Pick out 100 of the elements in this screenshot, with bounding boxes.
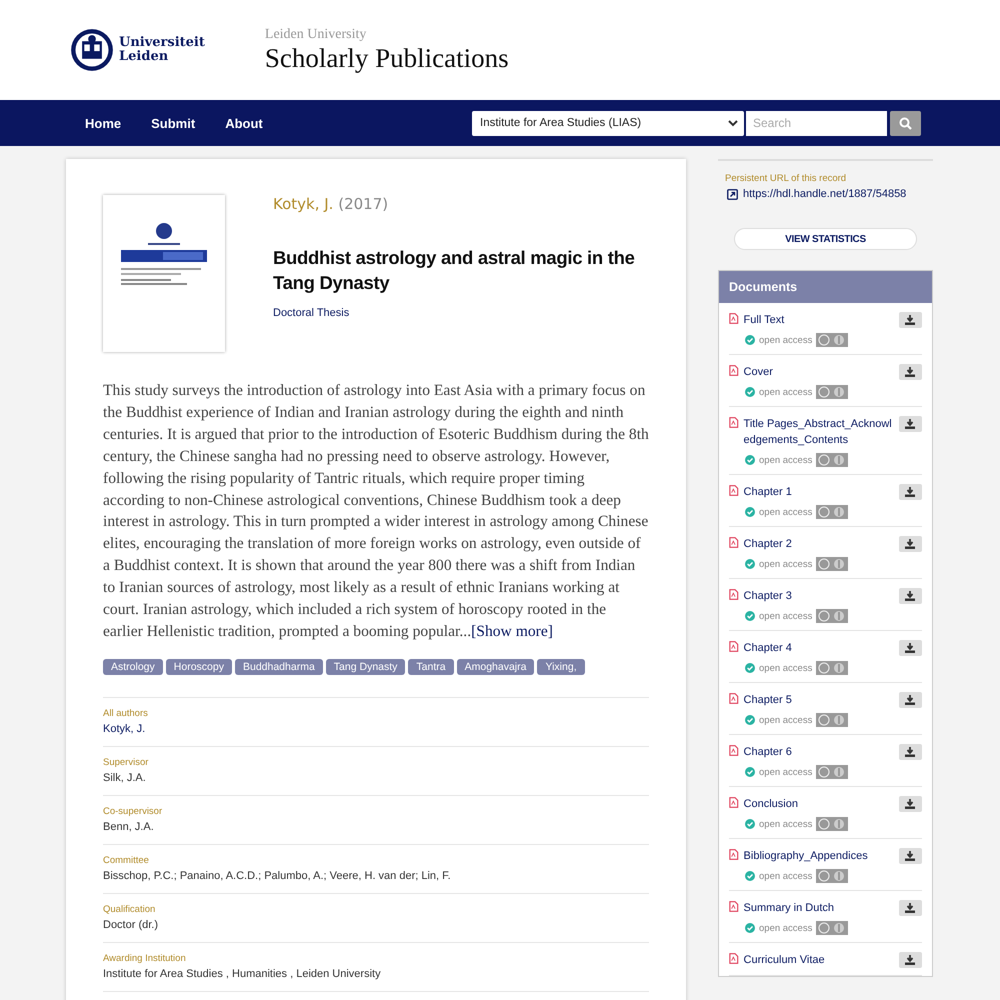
license-icon bbox=[816, 505, 848, 519]
download-button[interactable] bbox=[898, 848, 922, 864]
access-status: open access bbox=[759, 454, 812, 466]
download-icon bbox=[905, 903, 916, 913]
download-button[interactable] bbox=[898, 900, 922, 916]
license-icon bbox=[816, 661, 848, 675]
check-circle-icon bbox=[745, 335, 755, 345]
check-circle-icon bbox=[745, 507, 755, 517]
search-icon bbox=[899, 116, 912, 130]
access-status: open access bbox=[759, 818, 812, 830]
field-value[interactable]: Kotyk, J. bbox=[103, 722, 649, 735]
document-link[interactable]: Chapter 4 bbox=[744, 640, 894, 656]
pdf-file-icon bbox=[729, 952, 739, 965]
pdf-file-icon bbox=[729, 796, 739, 809]
license-icon bbox=[816, 817, 848, 831]
show-more-link[interactable]: [Show more] bbox=[471, 622, 553, 640]
license-icon bbox=[816, 713, 848, 727]
keyword-tag[interactable]: Amoghavajra bbox=[456, 658, 534, 675]
check-circle-icon bbox=[745, 611, 755, 621]
field-value: Doctor (dr.) bbox=[103, 918, 160, 931]
document-link[interactable]: Summary in Dutch bbox=[744, 900, 894, 916]
download-button[interactable] bbox=[898, 640, 922, 656]
check-circle-icon bbox=[745, 819, 755, 829]
download-button[interactable] bbox=[898, 952, 922, 968]
pdf-file-icon bbox=[729, 364, 739, 377]
download-icon bbox=[905, 487, 916, 497]
external-link-icon bbox=[727, 188, 738, 200]
access-status: open access bbox=[759, 766, 812, 778]
field-label: Co-supervisor bbox=[103, 806, 164, 817]
pdf-file-icon bbox=[729, 900, 739, 913]
panel-title: Documents bbox=[719, 271, 932, 303]
download-icon bbox=[905, 419, 916, 429]
download-button[interactable] bbox=[898, 416, 922, 432]
scope-dropdown[interactable]: Institute for Area Studies (LIAS) bbox=[472, 110, 744, 136]
download-button[interactable] bbox=[898, 312, 922, 328]
download-icon bbox=[905, 591, 916, 601]
access-status: open access bbox=[759, 922, 812, 934]
field-label: All authors bbox=[103, 708, 149, 719]
nav-link[interactable]: Submit bbox=[136, 116, 210, 130]
download-button[interactable] bbox=[898, 692, 922, 708]
check-circle-icon bbox=[745, 715, 755, 725]
keyword-tag[interactable]: Tang Dynasty bbox=[326, 658, 406, 675]
document-link[interactable]: Bibliography_Appendices bbox=[744, 848, 894, 864]
document-link[interactable]: Title Pages_Abstract_Acknowledgements_Contents bbox=[744, 416, 894, 448]
pdf-file-icon bbox=[729, 588, 739, 601]
access-status: open access bbox=[759, 870, 812, 882]
document-link[interactable]: Curriculum Vitae bbox=[744, 952, 894, 968]
check-circle-icon bbox=[745, 559, 755, 569]
pdf-file-icon bbox=[729, 744, 739, 757]
download-button[interactable] bbox=[898, 744, 922, 760]
search-button[interactable] bbox=[890, 110, 921, 136]
license-icon bbox=[816, 557, 848, 571]
chevron-down-icon bbox=[728, 120, 738, 126]
download-icon bbox=[905, 367, 916, 377]
seal-icon bbox=[70, 28, 114, 72]
document-link[interactable]: Chapter 2 bbox=[744, 536, 894, 552]
access-status: open access bbox=[759, 714, 812, 726]
document-link[interactable]: Cover bbox=[744, 364, 894, 380]
document-link[interactable]: Chapter 6 bbox=[744, 744, 894, 760]
check-circle-icon bbox=[745, 923, 755, 933]
download-icon bbox=[905, 955, 916, 965]
download-button[interactable] bbox=[898, 484, 922, 500]
download-icon bbox=[905, 851, 916, 861]
download-button[interactable] bbox=[898, 588, 922, 604]
keyword-tag[interactable]: Buddhadharma bbox=[234, 658, 323, 675]
document-link[interactable]: Chapter 5 bbox=[744, 692, 894, 708]
check-circle-icon bbox=[745, 663, 755, 673]
check-circle-icon bbox=[745, 871, 755, 881]
field-label: Committee bbox=[103, 854, 150, 866]
field-value: Benn, J.A. bbox=[103, 820, 155, 833]
document-link[interactable]: Full Text bbox=[744, 312, 894, 328]
pdf-file-icon bbox=[729, 536, 739, 549]
search-field[interactable]: Search bbox=[746, 110, 887, 136]
download-button[interactable] bbox=[898, 536, 922, 552]
document-link[interactable]: Conclusion bbox=[744, 796, 894, 812]
keyword-tag[interactable]: Astrology bbox=[103, 658, 163, 675]
license-icon bbox=[816, 453, 848, 467]
keyword-tag[interactable]: Tantra bbox=[408, 658, 454, 675]
access-status: open access bbox=[759, 662, 812, 674]
download-button[interactable] bbox=[898, 364, 922, 380]
nav-link[interactable]: Home bbox=[70, 116, 136, 130]
license-icon bbox=[816, 333, 848, 347]
nav-link[interactable]: About bbox=[210, 116, 278, 130]
keyword-tag[interactable]: Horoscopy bbox=[166, 658, 232, 675]
download-icon bbox=[905, 315, 916, 325]
access-status: open access bbox=[759, 386, 812, 398]
site-title: Scholarly Publications bbox=[264, 42, 509, 74]
check-circle-icon bbox=[745, 387, 755, 397]
persistent-url-link[interactable]: https://hdl.handle.net/1887/54858 bbox=[727, 188, 933, 200]
access-status: open access bbox=[759, 334, 812, 346]
download-button[interactable] bbox=[898, 796, 922, 812]
view-statistics-button[interactable]: VIEW STATISTICS bbox=[734, 228, 917, 250]
keyword-tag[interactable]: Yixing, bbox=[537, 658, 585, 675]
publication-year: (2017) bbox=[338, 195, 388, 213]
site-subtitle: Leiden University bbox=[264, 26, 368, 42]
document-link[interactable]: Chapter 3 bbox=[744, 588, 894, 604]
license-icon bbox=[816, 921, 848, 935]
logo-text: Universiteit bbox=[119, 36, 205, 50]
access-status: open access bbox=[759, 558, 812, 570]
document-link[interactable]: Chapter 1 bbox=[744, 484, 894, 500]
